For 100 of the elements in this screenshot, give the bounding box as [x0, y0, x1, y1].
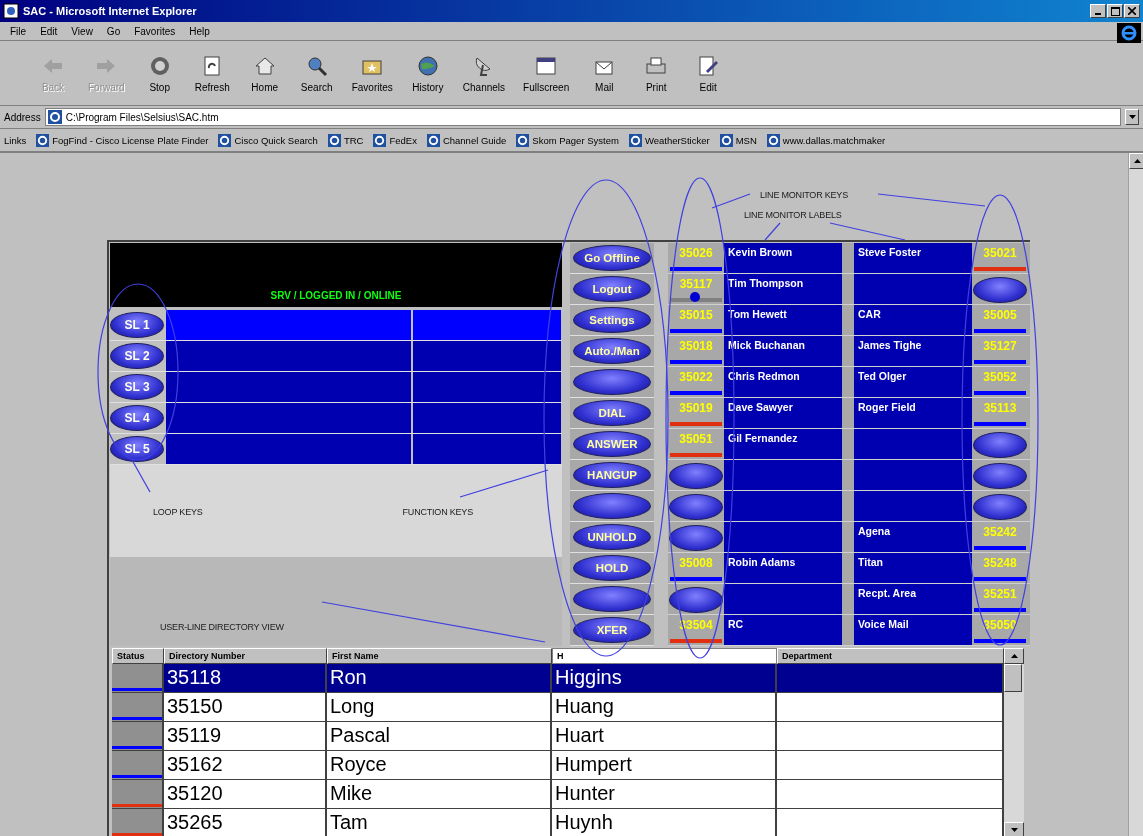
table-row[interactable]: 35119 Pascal Huart — [112, 722, 1004, 751]
blank-key[interactable] — [973, 432, 1027, 458]
toolbar-button[interactable]: Favorites — [345, 51, 399, 95]
function-key[interactable]: Auto./Man — [573, 338, 651, 364]
scroll-thumb[interactable] — [1004, 664, 1022, 692]
table-cell: Huynh — [552, 809, 777, 836]
close-icon — [1128, 7, 1136, 15]
page-icon — [3, 3, 19, 19]
status-text: SRV / LOGGED IN / ONLINE — [270, 290, 402, 301]
globe-icon — [415, 53, 440, 78]
line-label: Dave Sawyer — [724, 398, 842, 428]
link[interactable]: Skom Pager System — [516, 133, 619, 147]
link[interactable]: FogFind - Cisco License Plate Finder — [36, 133, 209, 147]
toolbar-button[interactable]: Fullscreen — [517, 51, 576, 95]
annotation-label: LINE MONITOR KEYS — [760, 190, 848, 200]
toolbar-button[interactable]: Home — [241, 51, 288, 95]
function-key[interactable]: HANGUP — [573, 462, 651, 488]
filter-field[interactable]: H — [552, 648, 777, 664]
link[interactable]: www.dallas.matchmaker — [766, 133, 886, 147]
link[interactable]: FedEx — [373, 133, 417, 147]
close-button[interactable] — [1124, 4, 1140, 18]
line-label: Titan — [854, 553, 972, 583]
link[interactable]: WeatherSticker — [628, 133, 710, 147]
menu-item[interactable]: View — [71, 25, 93, 37]
dropdown-button[interactable] — [1125, 109, 1139, 125]
down-arrow-icon — [1010, 828, 1018, 832]
column-header[interactable]: Status — [112, 648, 164, 664]
menu-item[interactable]: Help — [189, 25, 210, 37]
blank-key[interactable] — [669, 463, 723, 489]
toolbar-button[interactable]: Stop — [136, 51, 183, 95]
function-key[interactable]: HOLD — [573, 555, 651, 581]
link[interactable]: MSN — [719, 133, 757, 147]
loop-key[interactable]: SL 3 — [110, 374, 164, 400]
blank-key[interactable] — [669, 525, 723, 551]
line-label: CAR — [854, 305, 972, 335]
scrollbar[interactable] — [1004, 648, 1024, 836]
blank-key[interactable] — [573, 493, 651, 519]
function-key[interactable]: ANSWER — [573, 431, 651, 457]
toolbar-button[interactable]: Channels — [456, 51, 512, 95]
link[interactable]: Channel Guide — [426, 133, 507, 147]
table-row[interactable]: 35150 Long Huang — [112, 693, 1004, 722]
column-header[interactable]: First Name — [327, 648, 552, 664]
toolbar-button[interactable]: Refresh — [188, 51, 236, 95]
column-header[interactable]: Directory Number — [164, 648, 327, 664]
line-label: Tom Hewett — [724, 305, 842, 335]
scroll-up-button[interactable] — [1004, 648, 1024, 664]
toolbar-button[interactable]: Search — [293, 51, 340, 95]
table-row[interactable]: 35120 Mike Hunter — [112, 780, 1004, 809]
link[interactable]: Cisco Quick Search — [218, 133, 318, 147]
blank-key[interactable] — [669, 494, 723, 520]
active-dot — [690, 292, 700, 302]
page-icon — [36, 133, 50, 147]
line-label: James Tighe — [854, 336, 972, 366]
line-label: Roger Field — [854, 398, 972, 428]
blank-key[interactable] — [973, 494, 1027, 520]
table-row[interactable]: 35118 Ron Higgins — [112, 664, 1004, 693]
function-key[interactable]: Logout — [573, 276, 651, 302]
menu-item[interactable]: Go — [106, 25, 121, 37]
loop-key[interactable]: SL 4 — [110, 405, 164, 431]
up-arrow-icon — [1133, 159, 1141, 163]
maximize-button[interactable] — [1107, 4, 1123, 18]
scroll-down-button[interactable] — [1004, 822, 1024, 836]
function-key[interactable]: UNHOLD — [573, 524, 651, 550]
line-label: Kevin Brown — [724, 243, 842, 273]
loop-key[interactable]: SL 5 — [110, 436, 164, 462]
table-cell: Tam — [327, 809, 552, 836]
blank-key[interactable] — [669, 587, 723, 613]
scroll-up-button[interactable] — [1129, 153, 1143, 169]
toolbar-button[interactable]: Print — [633, 51, 680, 95]
column-header[interactable]: Department — [777, 648, 1004, 664]
annotation-label: LOOP KEYS — [153, 507, 203, 517]
line-label: Recpt. Area — [854, 584, 972, 614]
line-label: Steve Foster — [854, 243, 972, 273]
table-row[interactable]: 35265 Tam Huynh — [112, 809, 1004, 836]
loop-key[interactable]: SL 2 — [110, 343, 164, 369]
annotation-label: LINE MONITOR LABELS — [744, 210, 842, 220]
toolbar-button[interactable]: Edit — [685, 51, 732, 95]
menu-item[interactable]: Favorites — [134, 25, 176, 37]
function-key[interactable]: DIAL — [573, 400, 651, 426]
blank-key[interactable] — [973, 277, 1027, 303]
menu-item[interactable]: Edit — [40, 25, 58, 37]
function-key[interactable]: Settings — [573, 307, 651, 333]
line-label: Gil Fernandez — [724, 429, 842, 459]
line-label: RC — [724, 615, 842, 645]
blank-key[interactable] — [573, 369, 651, 395]
loop-key[interactable]: SL 1 — [110, 312, 164, 338]
address-field[interactable]: C:\Program Files\Selsius\SAC.htm — [44, 108, 1121, 126]
scrollbar[interactable] — [1128, 153, 1143, 836]
menu-item[interactable]: File — [10, 25, 27, 37]
blank-key[interactable] — [973, 463, 1027, 489]
table-row[interactable]: 35162 Royce Humpert — [112, 751, 1004, 780]
blank-key[interactable] — [573, 586, 651, 612]
link[interactable]: TRC — [327, 133, 364, 147]
minimize-button[interactable] — [1090, 4, 1106, 18]
page-icon — [426, 133, 440, 147]
annotation-label: FUNCTION KEYS — [402, 507, 473, 517]
toolbar-button[interactable]: History — [404, 51, 451, 95]
function-key[interactable]: Go Offline — [573, 245, 651, 271]
function-key[interactable]: XFER — [573, 617, 651, 643]
toolbar-button[interactable]: Mail — [581, 51, 628, 95]
